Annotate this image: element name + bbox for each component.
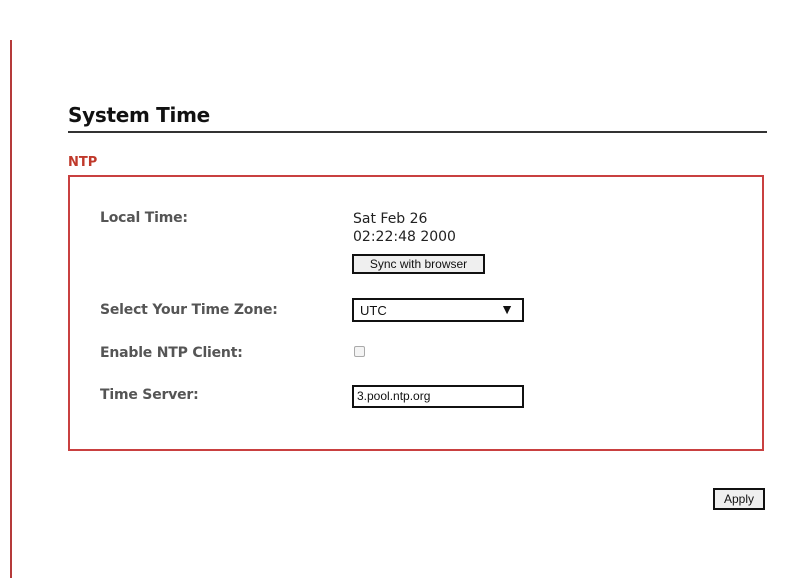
section-label-ntp: NTP xyxy=(68,155,98,170)
local-time-clock: 02:22:48 2000 xyxy=(353,229,456,245)
left-divider xyxy=(10,40,12,578)
time-zone-label: Select Your Time Zone: xyxy=(100,302,278,318)
time-zone-select[interactable]: UTC ▼ xyxy=(352,298,524,322)
system-time-page: System Time NTP Local Time: Sat Feb 26 0… xyxy=(0,0,809,578)
page-title: System Time xyxy=(68,103,210,127)
apply-button[interactable]: Apply xyxy=(713,488,765,510)
triangle-down-icon: ▼ xyxy=(500,301,514,317)
time-server-input[interactable]: 3.pool.ntp.org xyxy=(352,385,524,408)
local-time-label: Local Time: xyxy=(100,210,188,226)
local-time-date: Sat Feb 26 xyxy=(353,211,428,227)
title-underline xyxy=(68,131,767,133)
enable-ntp-client-checkbox[interactable] xyxy=(354,346,365,357)
time-server-label: Time Server: xyxy=(100,387,199,403)
time-zone-selected-value: UTC xyxy=(360,303,387,318)
sync-with-browser-button[interactable]: Sync with browser xyxy=(352,254,485,274)
enable-ntp-client-label: Enable NTP Client: xyxy=(100,345,243,361)
